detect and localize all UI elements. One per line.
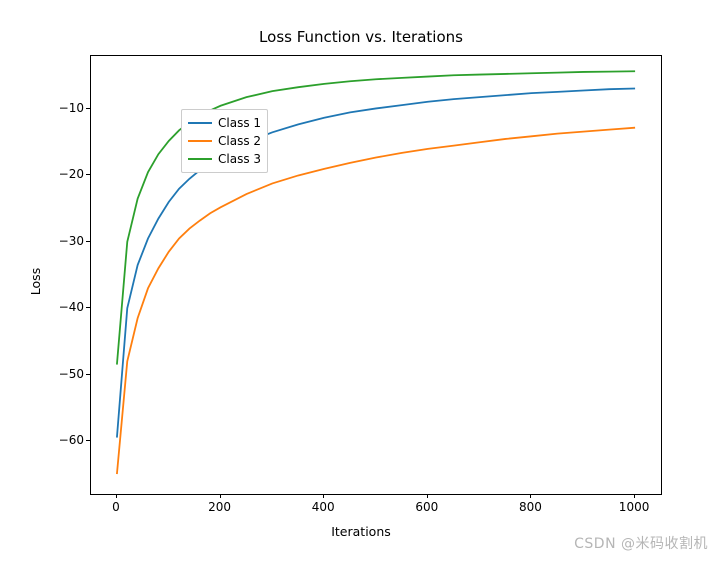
x-tick-label: 600 xyxy=(415,500,438,514)
x-tick-mark xyxy=(220,494,221,498)
legend-label: Class 2 xyxy=(218,134,261,148)
y-axis-label-container: Loss xyxy=(26,10,46,553)
x-tick-mark xyxy=(427,494,428,498)
y-tick-label: −30 xyxy=(24,234,84,248)
x-tick-label: 200 xyxy=(208,500,231,514)
chart-title: Loss Function vs. Iterations xyxy=(10,28,712,46)
y-tick-mark xyxy=(86,174,90,175)
chart-container: Loss Function vs. Iterations Loss Class … xyxy=(10,10,712,553)
x-tick-mark xyxy=(634,494,635,498)
watermark-text: CSDN @米码收割机 xyxy=(574,533,708,553)
series-line xyxy=(117,128,635,474)
y-tick-label: −50 xyxy=(24,367,84,381)
x-tick-label: 400 xyxy=(312,500,335,514)
x-tick-mark xyxy=(530,494,531,498)
x-tick-mark xyxy=(323,494,324,498)
y-tick-label: −40 xyxy=(24,300,84,314)
y-tick-label: −10 xyxy=(24,101,84,115)
legend-swatch xyxy=(188,122,212,124)
legend: Class 1 Class 2 Class 3 xyxy=(181,109,268,173)
y-tick-label: −20 xyxy=(24,167,84,181)
legend-swatch xyxy=(188,140,212,142)
y-tick-mark xyxy=(86,440,90,441)
y-tick-mark xyxy=(86,374,90,375)
x-tick-mark xyxy=(116,494,117,498)
y-tick-mark xyxy=(86,108,90,109)
legend-swatch xyxy=(188,158,212,160)
legend-item: Class 1 xyxy=(188,114,261,132)
legend-item: Class 3 xyxy=(188,150,261,168)
legend-label: Class 3 xyxy=(218,152,261,166)
chart-lines xyxy=(91,56,661,494)
x-tick-label: 1000 xyxy=(619,500,650,514)
x-tick-label: 800 xyxy=(519,500,542,514)
plot-area: Class 1 Class 2 Class 3 xyxy=(90,55,662,495)
y-tick-mark xyxy=(86,307,90,308)
y-tick-label: −60 xyxy=(24,433,84,447)
y-tick-mark xyxy=(86,241,90,242)
x-tick-label: 0 xyxy=(112,500,120,514)
legend-item: Class 2 xyxy=(188,132,261,150)
y-axis-label: Loss xyxy=(29,268,44,295)
legend-label: Class 1 xyxy=(218,116,261,130)
